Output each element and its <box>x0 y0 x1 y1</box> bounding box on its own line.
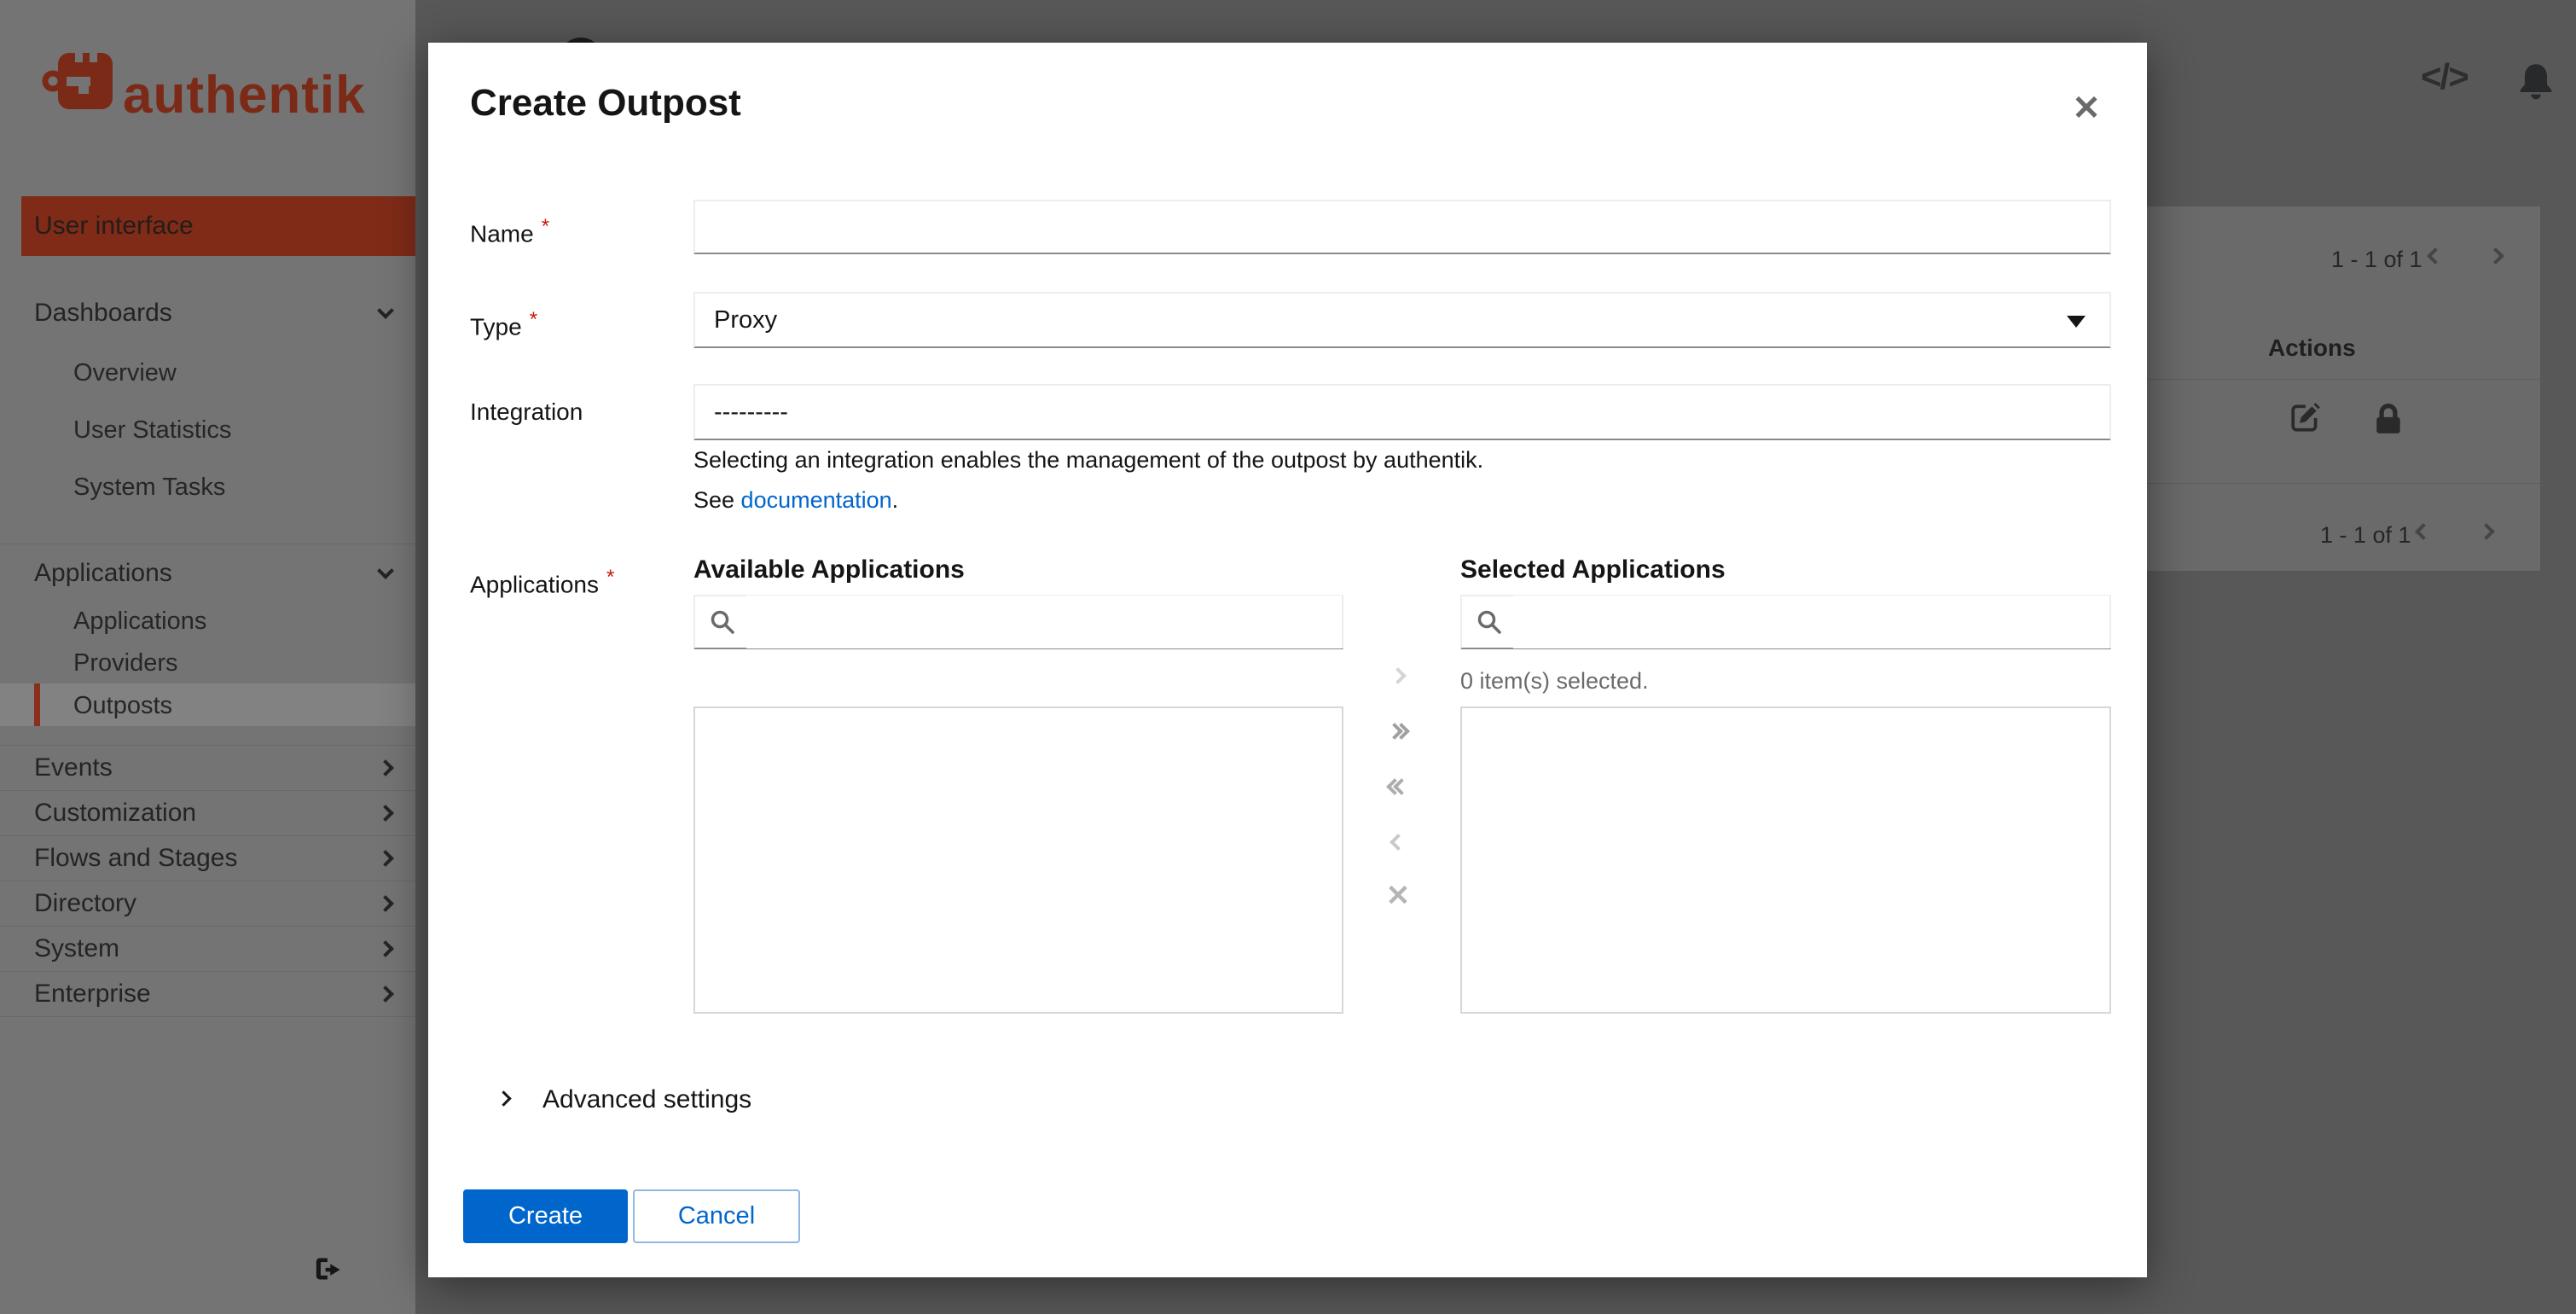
search-icon <box>711 610 734 634</box>
sidebar-group-system[interactable]: System <box>0 927 415 972</box>
chevron-right-icon <box>377 759 394 776</box>
cancel-button[interactable]: Cancel <box>633 1189 800 1243</box>
bell-icon[interactable] <box>2515 60 2557 102</box>
sidebar: authentik User interface Dashboards Over… <box>0 0 415 1314</box>
chevron-right-icon <box>377 850 394 867</box>
actions-column-header: Actions <box>2268 334 2356 361</box>
integration-select[interactable]: --------- <box>693 384 2111 440</box>
sign-out-icon[interactable] <box>314 1256 343 1282</box>
chevron-down-icon <box>377 561 394 579</box>
sidebar-item-applications[interactable]: Applications <box>73 608 206 636</box>
name-input[interactable] <box>693 200 2111 254</box>
available-applications-header: Available Applications <box>693 555 965 584</box>
available-search-input[interactable] <box>746 596 1342 648</box>
edit-icon[interactable] <box>2289 401 2322 433</box>
create-outpost-modal: Create Outpost ✕ Name * Type * Proxy Integ… <box>428 43 2147 1277</box>
lock-icon[interactable] <box>2373 403 2404 435</box>
move-selected-left-icon[interactable] <box>1381 825 1415 859</box>
sidebar-group-applications[interactable]: Applications <box>0 550 415 596</box>
authentik-admin-screen: </> 1 - 1 of 1 Actions 1 - 1 of 1 authen… <box>0 0 2576 1314</box>
advanced-settings-label[interactable]: Advanced settings <box>542 1085 751 1114</box>
available-search <box>693 595 1343 649</box>
sidebar-collapsed-groups: Events Customization Flows and Stages Di… <box>0 745 415 1017</box>
pagination-top-prev-icon[interactable] <box>2427 247 2444 266</box>
sidebar-group-events[interactable]: Events <box>0 746 415 791</box>
sidebar-item-outposts-active[interactable] <box>0 683 415 726</box>
selected-applications-listbox[interactable] <box>1460 706 2111 1014</box>
sidebar-group-enterprise[interactable]: Enterprise <box>0 972 415 1017</box>
applications-label: Applications * <box>470 566 615 598</box>
chevron-right-icon <box>377 805 394 822</box>
sidebar-group-customization[interactable]: Customization <box>0 791 415 836</box>
required-asterisk: * <box>529 308 538 331</box>
sidebar-group-dashboards[interactable]: Dashboards <box>0 290 415 335</box>
pagination-bottom-text: 1 - 1 of 1 <box>2320 522 2411 548</box>
type-select[interactable]: Proxy <box>693 292 2111 348</box>
sidebar-item-overview[interactable]: Overview <box>73 359 177 387</box>
integration-help-text: Selecting an integration enables the man… <box>693 447 1484 473</box>
create-button[interactable]: Create <box>463 1189 628 1243</box>
pagination-bottom-next-icon[interactable] <box>2478 523 2495 542</box>
table-divider <box>2081 379 2540 380</box>
name-label: Name * <box>470 215 550 247</box>
authentik-logo[interactable]: authentik <box>41 43 399 138</box>
sidebar-item-outposts-label[interactable]: Outposts <box>73 692 172 720</box>
selected-count-status: 0 item(s) selected. <box>1460 668 1649 694</box>
sidebar-item-user-interface[interactable]: User interface <box>21 196 415 256</box>
outposts-table-card <box>2081 206 2540 571</box>
close-icon[interactable]: ✕ <box>2056 84 2117 131</box>
selected-search-input[interactable] <box>1513 596 2109 648</box>
modal-title: Create Outpost <box>470 82 741 124</box>
selected-search <box>1460 595 2111 649</box>
sidebar-group-flows-and-stages[interactable]: Flows and Stages <box>0 836 415 881</box>
documentation-link[interactable]: documentation <box>741 487 892 513</box>
required-asterisk: * <box>606 566 615 589</box>
code-icon[interactable]: </> <box>2421 56 2469 97</box>
active-item-indicator <box>34 683 40 726</box>
type-label: Type * <box>470 308 538 340</box>
integration-help-line2: See documentation. <box>693 487 899 513</box>
clear-icon[interactable]: ✕ <box>1381 879 1415 913</box>
available-applications-listbox[interactable] <box>693 706 1343 1014</box>
svg-text:authentik: authentik <box>123 66 366 125</box>
chevron-down-icon <box>2067 316 2086 328</box>
sidebar-item-providers[interactable]: Providers <box>73 649 178 677</box>
chevron-right-icon <box>377 895 394 912</box>
integration-label: Integration <box>470 398 583 425</box>
move-selected-right-icon[interactable] <box>1381 659 1415 693</box>
table-divider <box>2081 483 2540 484</box>
sidebar-item-user-statistics[interactable]: User Statistics <box>73 416 231 445</box>
move-all-right-icon[interactable] <box>1381 714 1415 748</box>
advanced-settings-toggle[interactable] <box>496 1090 512 1108</box>
sidebar-group-directory[interactable]: Directory <box>0 881 415 927</box>
pagination-top-text: 1 - 1 of 1 <box>2331 247 2422 272</box>
pagination-bottom-prev-icon[interactable] <box>2415 523 2432 542</box>
selected-applications-header: Selected Applications <box>1460 555 1726 584</box>
chevron-right-icon <box>377 940 394 957</box>
pagination-top-next-icon[interactable] <box>2487 247 2504 266</box>
chevron-right-icon <box>377 986 394 1003</box>
sidebar-item-system-tasks[interactable]: System Tasks <box>73 474 225 502</box>
search-icon <box>1477 610 1501 634</box>
chevron-down-icon <box>377 301 394 319</box>
required-asterisk: * <box>541 215 550 238</box>
move-all-left-icon[interactable] <box>1381 770 1415 804</box>
